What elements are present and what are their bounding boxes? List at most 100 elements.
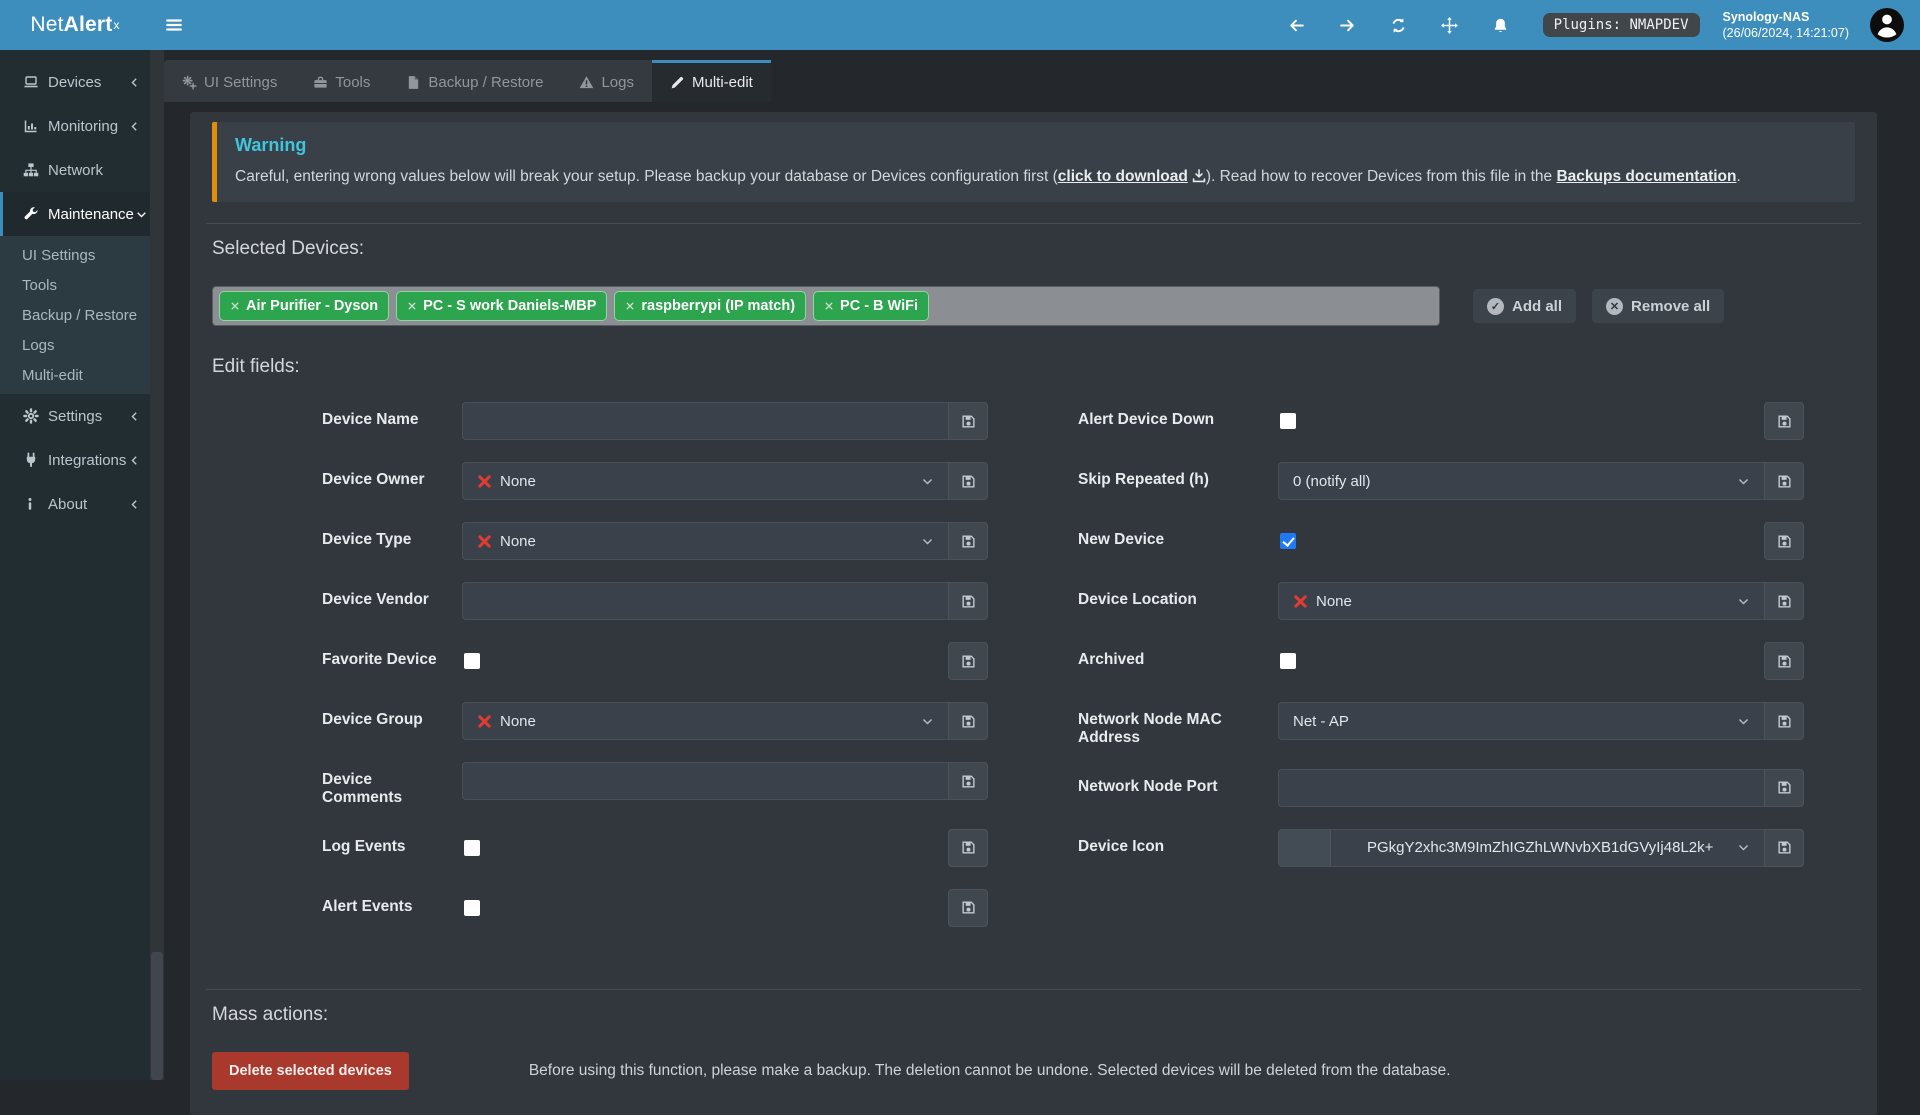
download-backup-link[interactable]: click to download (1058, 168, 1206, 185)
network-node-mac-address-save-button[interactable] (1764, 702, 1804, 740)
tab-backup-restore[interactable]: Backup / Restore (388, 60, 561, 102)
field-control-device-icon: PGkgY2xhc3M9ImZhIGZhLWNvbXB1dGVyIj48L2k+ (1278, 829, 1804, 867)
network-node-port-save-button[interactable] (1764, 769, 1804, 807)
field-row-device-type: Device TypeNone (322, 522, 988, 560)
sidebar-item-devices[interactable]: Devices (0, 60, 150, 104)
log-events-checkbox[interactable] (464, 840, 480, 856)
tag-x-icon[interactable] (230, 301, 240, 311)
favorite-device-save-button[interactable] (948, 642, 988, 680)
device-type-save-button[interactable] (948, 522, 988, 560)
device-comments-input[interactable] (462, 762, 948, 800)
device-vendor-input[interactable] (462, 582, 948, 620)
archived-checkbox[interactable] (1280, 653, 1296, 669)
pencil-icon (670, 75, 685, 90)
alert-device-down-checkbox[interactable] (1280, 413, 1296, 429)
new-device-checkbox[interactable] (1280, 533, 1296, 549)
delete-selected-devices-button[interactable]: Delete selected devices (212, 1052, 409, 1090)
device-comments-save-button[interactable] (948, 762, 988, 800)
bell-icon[interactable] (1484, 7, 1518, 43)
tab-multi-edit[interactable]: Multi-edit (652, 60, 771, 102)
field-label-network-node-mac-address: Network Node MAC Address (1078, 702, 1278, 747)
sidebar-item-network[interactable]: Network (0, 148, 150, 192)
network-node-port-input[interactable] (1278, 769, 1764, 807)
circle-x-icon: ✕ (1606, 298, 1623, 315)
add-all-button[interactable]: ✓ Add all (1473, 289, 1576, 323)
device-tag-label: PC - B WiFi (840, 298, 918, 314)
device-group-save-button[interactable] (948, 702, 988, 740)
device-name-save-button[interactable] (948, 402, 988, 440)
select-chevron-icon (1737, 841, 1750, 854)
field-control-new-device (1278, 522, 1804, 560)
device-name-input[interactable] (462, 402, 948, 440)
alert-device-down-save-button[interactable] (1764, 402, 1804, 440)
app-logo[interactable]: NetAlertx (0, 0, 150, 50)
sidebar-item-monitoring[interactable]: Monitoring (0, 104, 150, 148)
new-device-save-button[interactable] (1764, 522, 1804, 560)
device-location-save-button[interactable] (1764, 582, 1804, 620)
alert-events-checkbox[interactable] (464, 900, 480, 916)
sidebar-subitem-logs[interactable]: Logs (0, 330, 150, 360)
field-control-network-node-mac-address: Net - AP (1278, 702, 1804, 740)
field-label-device-icon: Device Icon (1078, 829, 1278, 867)
scrollbar-thumb[interactable] (151, 952, 163, 1080)
sidebar-subitem-multi-edit[interactable]: Multi-edit (0, 360, 150, 390)
tag-x-icon[interactable] (407, 301, 417, 311)
device-type-select[interactable]: None (462, 522, 948, 560)
device-vendor-save-button[interactable] (948, 582, 988, 620)
tab-logs[interactable]: Logs (561, 60, 652, 102)
select-chevron-icon (921, 535, 934, 548)
device-group-select[interactable]: None (462, 702, 948, 740)
back-arrow-icon[interactable] (1280, 7, 1314, 43)
tag-x-icon[interactable] (625, 301, 635, 311)
sidebar-item-maintenance[interactable]: Maintenance (0, 192, 150, 236)
sidebar-item-integrations[interactable]: Integrations (0, 438, 150, 482)
selected-devices-field[interactable]: Air Purifier - DysonPC - S work Daniels-… (212, 286, 1440, 326)
device-icon-save-button[interactable] (1764, 829, 1804, 867)
chevron-left-icon (129, 411, 140, 422)
chevron-left-icon (129, 121, 140, 132)
sidebar-item-about[interactable]: About (0, 482, 150, 526)
archived-save-button[interactable] (1764, 642, 1804, 680)
tab-ui-settings[interactable]: UI Settings (164, 60, 295, 102)
select-chevron-icon (921, 715, 934, 728)
mass-actions-heading: Mass actions: (212, 1004, 1855, 1026)
divider (206, 223, 1861, 224)
hamburger-icon[interactable] (152, 0, 196, 50)
refresh-icon[interactable] (1382, 7, 1416, 43)
content-scrollbar[interactable] (150, 50, 164, 1080)
device-icon-select[interactable]: PGkgY2xhc3M9ImZhIGZhLWNvbXB1dGVyIj48L2k+ (1278, 829, 1764, 867)
sidebar: DevicesMonitoring Network Maintenance UI Se… (0, 50, 150, 1080)
tag-x-icon[interactable] (824, 301, 834, 311)
chevron-down-icon (136, 209, 147, 220)
sidebar-subitem-tools[interactable]: Tools (0, 270, 150, 300)
sidebar-item-label: Settings (48, 408, 127, 425)
user-avatar-icon[interactable] (1870, 8, 1904, 42)
sidebar-subitem-ui-settings[interactable]: UI Settings (0, 240, 150, 270)
field-row-device-icon: Device IconPGkgY2xhc3M9ImZhIGZhLWNvbXB1d… (1078, 829, 1804, 867)
device-location-select[interactable]: None (1278, 582, 1764, 620)
field-label-device-location: Device Location (1078, 582, 1278, 620)
tab-tools[interactable]: Tools (295, 60, 388, 102)
backups-documentation-link[interactable]: Backups documentation (1556, 168, 1736, 185)
skip-repeated-h-save-button[interactable] (1764, 462, 1804, 500)
field-control-device-vendor (462, 582, 988, 620)
network-node-mac-address-select[interactable]: Net - AP (1278, 702, 1764, 740)
device-owner-save-button[interactable] (948, 462, 988, 500)
field-row-network-node-mac-address: Network Node MAC AddressNet - AP (1078, 702, 1804, 747)
sidebar-item-settings[interactable]: Settings (0, 394, 150, 438)
skip-repeated-h-select[interactable]: 0 (notify all) (1278, 462, 1764, 500)
file-backup-icon (406, 75, 421, 90)
sidebar-item-label: Network (48, 162, 140, 179)
field-label-favorite-device: Favorite Device (322, 642, 462, 680)
field-control-device-type: None (462, 522, 988, 560)
favorite-device-checkbox[interactable] (464, 653, 480, 669)
move-icon[interactable] (1433, 7, 1467, 43)
remove-all-button[interactable]: ✕ Remove all (1592, 289, 1724, 323)
forward-arrow-icon[interactable] (1331, 7, 1365, 43)
sidebar-subitem-backup-restore[interactable]: Backup / Restore (0, 300, 150, 330)
device-owner-select[interactable]: None (462, 462, 948, 500)
field-label-alert-device-down: Alert Device Down (1078, 402, 1278, 440)
alert-events-save-button[interactable] (948, 889, 988, 927)
add-all-label: Add all (1512, 298, 1562, 315)
log-events-save-button[interactable] (948, 829, 988, 867)
